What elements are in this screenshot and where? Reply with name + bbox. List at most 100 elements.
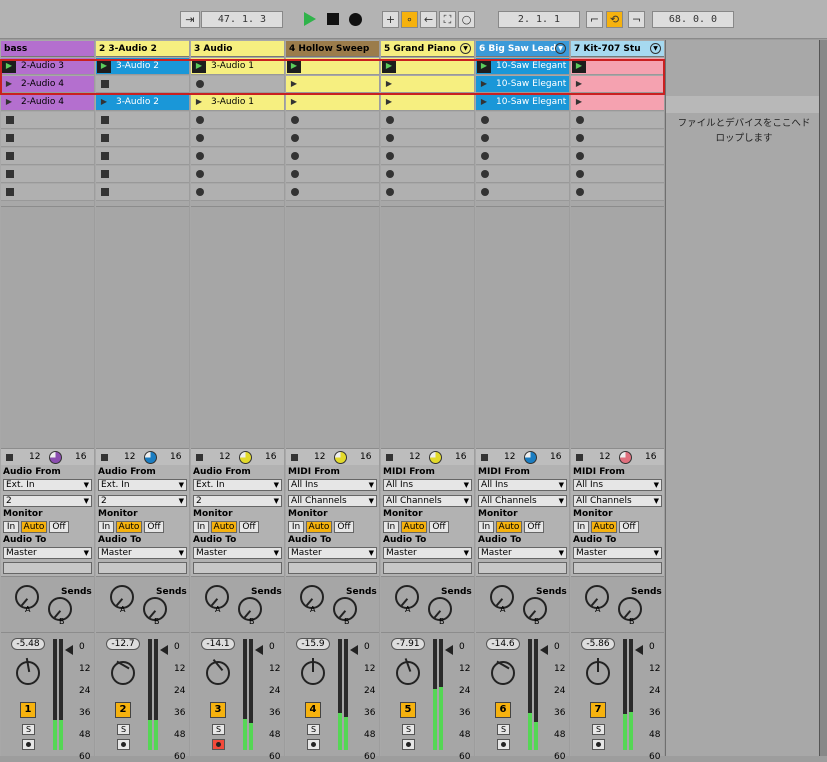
track-header[interactable]: 6 Big Saw Lead ▼ <box>476 41 569 57</box>
arm-button[interactable] <box>22 739 35 750</box>
monitor-auto-button[interactable]: Auto <box>211 521 237 533</box>
clip-stop-icon[interactable] <box>101 116 109 124</box>
clip-launch-icon[interactable]: ▶ <box>572 60 586 73</box>
clip-launch-icon[interactable]: ▶ <box>2 96 16 109</box>
solo-button[interactable]: S <box>402 724 415 735</box>
track-activator-button[interactable]: 7 <box>590 702 606 718</box>
clip-slot[interactable] <box>96 76 189 93</box>
clip-launch-icon[interactable]: ▶ <box>382 60 396 73</box>
output-channel-select[interactable] <box>573 562 662 574</box>
monitor-auto-button[interactable]: Auto <box>306 521 332 533</box>
track-header[interactable]: 7 Kit-707 Stu ▼ <box>571 41 664 57</box>
monitor-auto-button[interactable]: Auto <box>21 521 47 533</box>
empty-clip-area[interactable] <box>381 206 474 448</box>
clip-record-icon[interactable] <box>196 188 204 196</box>
volume-fader-handle[interactable] <box>445 645 453 655</box>
monitor-auto-button[interactable]: Auto <box>116 521 142 533</box>
clip-slot[interactable]: ▶ 3-Audio 2 <box>96 94 189 111</box>
clip-slot[interactable] <box>1 148 94 165</box>
clip-launch-icon[interactable]: ▶ <box>382 96 396 109</box>
clip-record-icon[interactable] <box>291 116 299 124</box>
clip-slot[interactable] <box>191 148 284 165</box>
solo-button[interactable]: S <box>497 724 510 735</box>
session-record-icon[interactable]: ○ <box>458 11 475 28</box>
stop-all-icon[interactable] <box>291 454 298 461</box>
clip-launch-icon[interactable]: ▶ <box>97 96 111 109</box>
empty-clip-area[interactable] <box>1 206 94 448</box>
volume-readout[interactable]: -7.91 <box>391 638 425 650</box>
fold-icon[interactable]: ▼ <box>555 43 566 54</box>
monitor-off-button[interactable]: Off <box>619 521 639 533</box>
clip-slot[interactable]: ▶ <box>286 76 379 93</box>
clip-launch-icon[interactable]: ▶ <box>192 96 206 109</box>
clip-record-icon[interactable] <box>481 116 489 124</box>
clip-slot[interactable]: ▶ <box>381 76 474 93</box>
clip-slot[interactable]: ▶ 3-Audio 1 <box>191 94 284 111</box>
input-channel-select[interactable]: 2 ▼ <box>3 495 92 507</box>
output-channel-select[interactable] <box>288 562 377 574</box>
clip-slot[interactable]: ▶ 10-Saw Elegant <box>476 94 569 111</box>
volume-fader-handle[interactable] <box>65 645 73 655</box>
input-channel-select[interactable]: All Channels ▼ <box>478 495 567 507</box>
clip-stop-icon[interactable] <box>6 134 14 142</box>
clip-launch-icon[interactable]: ▶ <box>477 60 491 73</box>
volume-readout[interactable]: -14.6 <box>486 638 520 650</box>
output-channel-select[interactable] <box>98 562 187 574</box>
track-header[interactable]: 2 3-Audio 2 <box>96 41 189 57</box>
solo-button[interactable]: S <box>592 724 605 735</box>
clip-slot[interactable] <box>476 166 569 183</box>
clip-slot[interactable]: ▶ 2-Audio 4 <box>1 94 94 111</box>
output-channel-select[interactable] <box>383 562 472 574</box>
follow-icon[interactable]: ⇥ <box>180 11 200 28</box>
clip-launch-icon[interactable]: ▶ <box>97 60 111 73</box>
clip-record-icon[interactable] <box>291 152 299 160</box>
empty-clip-area[interactable] <box>286 206 379 448</box>
audio-to-select[interactable]: Master ▼ <box>193 547 282 559</box>
monitor-off-button[interactable]: Off <box>429 521 449 533</box>
monitor-in-button[interactable]: In <box>383 521 399 533</box>
track-activator-button[interactable]: 2 <box>115 702 131 718</box>
arm-button[interactable] <box>497 739 510 750</box>
clip-launch-icon[interactable]: ▶ <box>287 96 301 109</box>
automation-arm-icon[interactable]: ∘ <box>401 11 418 28</box>
monitor-in-button[interactable]: In <box>478 521 494 533</box>
punch-out-icon[interactable]: ¬ <box>628 11 645 28</box>
input-source-select[interactable]: All Ins ▼ <box>478 479 567 491</box>
stop-all-icon[interactable] <box>481 454 488 461</box>
monitor-in-button[interactable]: In <box>3 521 19 533</box>
fold-icon[interactable]: ▼ <box>460 43 471 54</box>
input-source-select[interactable]: Ext. In ▼ <box>193 479 282 491</box>
clip-record-icon[interactable] <box>386 134 394 142</box>
volume-fader-handle[interactable] <box>160 645 168 655</box>
clip-launch-icon[interactable]: ▶ <box>572 78 586 91</box>
input-source-select[interactable]: All Ins ▼ <box>383 479 472 491</box>
clip-slot[interactable] <box>571 166 664 183</box>
input-channel-select[interactable]: 2 ▼ <box>193 495 282 507</box>
stop-button[interactable] <box>327 13 339 25</box>
track-header[interactable]: 3 Audio <box>191 41 284 57</box>
track-header[interactable]: 4 Hollow Sweep <box>286 41 379 57</box>
clip-stop-icon[interactable] <box>6 152 14 160</box>
track-activator-button[interactable]: 1 <box>20 702 36 718</box>
empty-clip-area[interactable] <box>476 206 569 448</box>
stop-all-icon[interactable] <box>101 454 108 461</box>
loop-length[interactable]: 68. 0. 0 <box>652 11 734 28</box>
clip-slot[interactable]: ▶ 3-Audio 2 <box>96 58 189 75</box>
arm-button[interactable] <box>307 739 320 750</box>
stop-all-icon[interactable] <box>196 454 203 461</box>
clip-slot[interactable] <box>476 130 569 147</box>
empty-clip-area[interactable] <box>191 206 284 448</box>
monitor-auto-button[interactable]: Auto <box>496 521 522 533</box>
pan-knob[interactable] <box>16 657 40 685</box>
clip-record-icon[interactable] <box>576 134 584 142</box>
clip-stop-icon[interactable] <box>101 152 109 160</box>
volume-readout[interactable]: -14.1 <box>201 638 235 650</box>
arm-button[interactable] <box>212 739 225 750</box>
overdub-icon[interactable]: + <box>382 11 399 28</box>
clip-launch-icon[interactable]: ▶ <box>382 78 396 91</box>
clip-launch-icon[interactable]: ▶ <box>2 60 16 73</box>
pan-knob[interactable] <box>586 658 610 685</box>
clip-slot[interactable] <box>96 130 189 147</box>
clip-record-icon[interactable] <box>196 152 204 160</box>
pan-knob[interactable] <box>206 658 230 685</box>
